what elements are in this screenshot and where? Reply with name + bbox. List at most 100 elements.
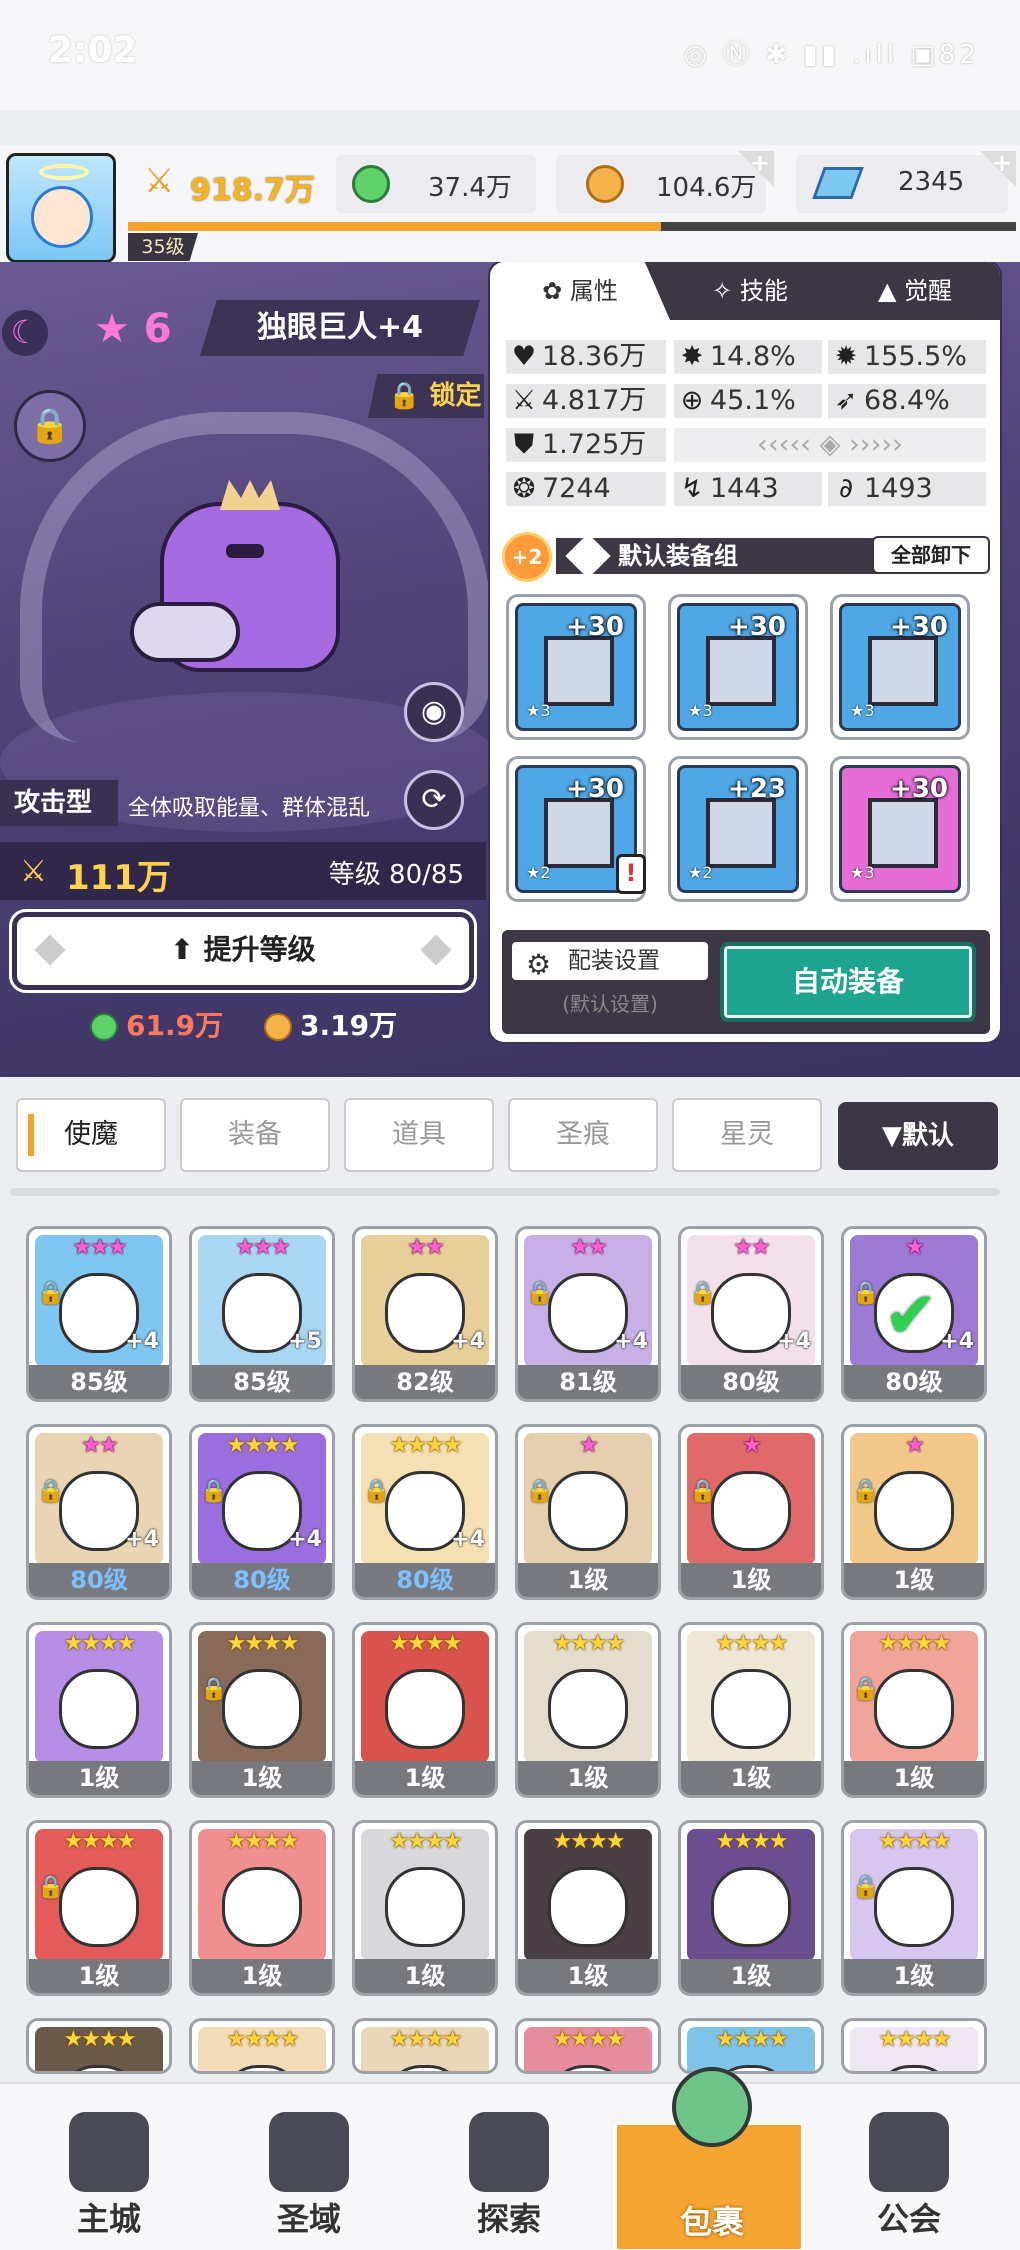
familiar-card[interactable]: ★★★★: [515, 2018, 661, 2074]
belt-icon: [544, 798, 614, 868]
loadout-settings-button[interactable]: ⚙ 配装设置 (默认设置): [510, 940, 710, 1026]
rarity-stars: ★2: [526, 863, 551, 882]
familiar-card[interactable]: ★★★★: [189, 2018, 335, 2074]
familiar-card[interactable]: ★★★★: [678, 2018, 824, 2074]
familiar-level: 1级: [29, 1761, 169, 1795]
stat-special-2: ↯ 1443: [674, 472, 822, 506]
familiar-level: 1级: [681, 1563, 821, 1597]
lock-toggle[interactable]: 🔒 锁定: [368, 374, 484, 418]
triangle-icon: ▲: [877, 277, 905, 305]
familiar-card[interactable]: ★ 🔒 1级: [841, 1424, 987, 1600]
familiar-card[interactable]: ★★★★ 1级: [189, 1820, 335, 1996]
add-diamond-button[interactable]: +: [980, 151, 1016, 187]
tab-label: 技能: [739, 277, 788, 305]
familiar-card[interactable]: ★★★★ 🔒 1级: [189, 1622, 335, 1798]
diamond-ornament: [420, 934, 452, 966]
familiar-card[interactable]: ★★ 🔒 +4 81级: [515, 1226, 661, 1402]
inv-tab-equipment[interactable]: 装备: [180, 1098, 330, 1172]
familiar-card[interactable]: ★★★★ 1级: [515, 1622, 661, 1798]
view-model-button[interactable]: ◉: [404, 682, 464, 742]
star-rating: ★★★★: [715, 1631, 789, 1656]
awaken-level: +4: [288, 1527, 322, 1552]
stat-value: 7244: [542, 473, 611, 504]
gear-bonus-badge: +2: [502, 532, 552, 582]
nav-sword-rock[interactable]: 探索: [414, 2084, 604, 2250]
necklace-slot[interactable]: +23 ★2: [668, 756, 808, 902]
vortex-icon: [269, 2112, 349, 2192]
familiar-card[interactable]: ★★ 🔒 +4 80级: [26, 1424, 172, 1600]
status-icons: ◎ Ⓝ ✱ ▮▮ .ıll ▣82: [684, 40, 980, 70]
awaken-level: +4: [125, 1329, 159, 1354]
familiar-card[interactable]: ★★★★ 🔒 +4 80级: [189, 1424, 335, 1600]
nav-backpack[interactable]: 包裹: [614, 2067, 804, 2250]
hero-info-card: ✿ 属性 ✧ 技能 ▲ 觉醒 ♥ 18.36万 ✸ 14.8% ✹ 155.5% ⚔ 4…: [490, 262, 1000, 1042]
familiar-card[interactable]: ★★★★: [352, 2018, 498, 2074]
familiar-card[interactable]: ★ 🔒 1级: [515, 1424, 661, 1600]
nav-castle[interactable]: 主城: [14, 2084, 204, 2250]
belt-slot[interactable]: +30 ★2!: [506, 756, 646, 902]
familiar-card[interactable]: ★★★ +5 85级: [189, 1226, 335, 1402]
xp-bar-fill: [128, 222, 661, 231]
boots-icon: [868, 798, 938, 868]
star-rating: ★★★★: [878, 1631, 952, 1656]
boots-slot[interactable]: +30 ★3: [830, 756, 970, 902]
star-rating: ★★: [407, 1235, 444, 1260]
auto-equip-button[interactable]: 自动装备: [720, 942, 976, 1022]
upgrade-level-button[interactable]: ⬆ 提升等级: [12, 912, 474, 990]
diamond-value: 2345: [898, 167, 965, 197]
familiar-card[interactable]: ★★★★ 🔒 1级: [841, 1820, 987, 1996]
nav-label: 圣域: [276, 2200, 341, 2238]
stat-value: 18.36万: [542, 341, 647, 372]
familiar-card[interactable]: ★★ 🔒 +4 80级: [678, 1226, 824, 1402]
upgrade-label: 提升等级: [203, 933, 316, 966]
inv-tab-spirits[interactable]: 星灵: [672, 1098, 822, 1172]
helmet-slot[interactable]: +30 ★3: [668, 594, 808, 740]
player-avatar[interactable]: [6, 153, 116, 263]
familiar-card[interactable]: ★★★ 🔒 +4 85级: [26, 1226, 172, 1402]
familiar-head: [385, 1669, 465, 1749]
inv-tab-familiars[interactable]: 使魔: [16, 1098, 166, 1172]
familiar-level: 85级: [29, 1365, 169, 1399]
star-rating: ★★★: [235, 1235, 290, 1260]
star-rating: ★★★★: [63, 2027, 137, 2052]
rotate-button[interactable]: ⟳: [404, 770, 464, 830]
familiar-card[interactable]: ★★★★ 🔒 +4 80级: [352, 1424, 498, 1600]
familiar-card[interactable]: ★★★★ 1级: [352, 1820, 498, 1996]
inv-tab-items[interactable]: 道具: [344, 1098, 494, 1172]
stat-value: 68.4%: [864, 385, 950, 416]
familiar-card[interactable]: ★★★★ 1级: [352, 1622, 498, 1798]
enhance-level: +23: [728, 774, 786, 804]
star-rating: ★★: [733, 1235, 770, 1260]
familiar-card[interactable]: ★★★★ 1级: [515, 1820, 661, 1996]
familiar-card[interactable]: ★★★★: [841, 2018, 987, 2074]
star-rating: ★: [905, 1433, 925, 1458]
familiar-card[interactable]: ★★★★ 🔒 1级: [841, 1622, 987, 1798]
nav-guild-helmet[interactable]: 公会: [814, 2084, 1004, 2250]
armor-slot[interactable]: +30 ★3: [830, 594, 970, 740]
familiar-head: [385, 2065, 465, 2071]
familiar-card[interactable]: ★★ +4 82级: [352, 1226, 498, 1402]
lock-icon[interactable]: 🔒: [14, 390, 86, 462]
familiar-card[interactable]: ★★★★ 1级: [678, 1622, 824, 1798]
unequip-all-button[interactable]: 全部卸下: [872, 536, 990, 574]
tab-attributes[interactable]: ✿ 属性: [490, 262, 670, 320]
familiar-card[interactable]: ★ 🔒 +4 ✔ 80级: [841, 1226, 987, 1402]
familiar-card[interactable]: ★★★★ 1级: [26, 1622, 172, 1798]
familiar-card[interactable]: ★★★★ 1级: [678, 1820, 824, 1996]
tab-skills[interactable]: ✧ 技能: [670, 262, 830, 320]
familiar-head: [548, 1669, 628, 1749]
familiar-card[interactable]: ★ 🔒 1级: [678, 1424, 824, 1600]
tab-awaken[interactable]: ▲ 觉醒: [830, 262, 1000, 320]
star-rating: ★★★★: [878, 2027, 952, 2052]
familiar-card[interactable]: ★★★★: [26, 2018, 172, 2074]
familiar-head: [711, 1867, 791, 1947]
sort-dropdown[interactable]: ▼默认: [838, 1102, 998, 1170]
inv-tab-stigmata[interactable]: 圣痕: [508, 1098, 658, 1172]
stat-value: 45.1%: [710, 385, 796, 416]
familiar-card[interactable]: ★★★★ 🔒 1级: [26, 1820, 172, 1996]
sparkle-icon: ✧: [712, 277, 740, 305]
cyclops-monster: [130, 462, 360, 702]
nav-vortex[interactable]: 圣域: [214, 2084, 404, 2250]
sword-slot[interactable]: +30 ★3: [506, 594, 646, 740]
awaken-level: +4: [451, 1329, 485, 1354]
